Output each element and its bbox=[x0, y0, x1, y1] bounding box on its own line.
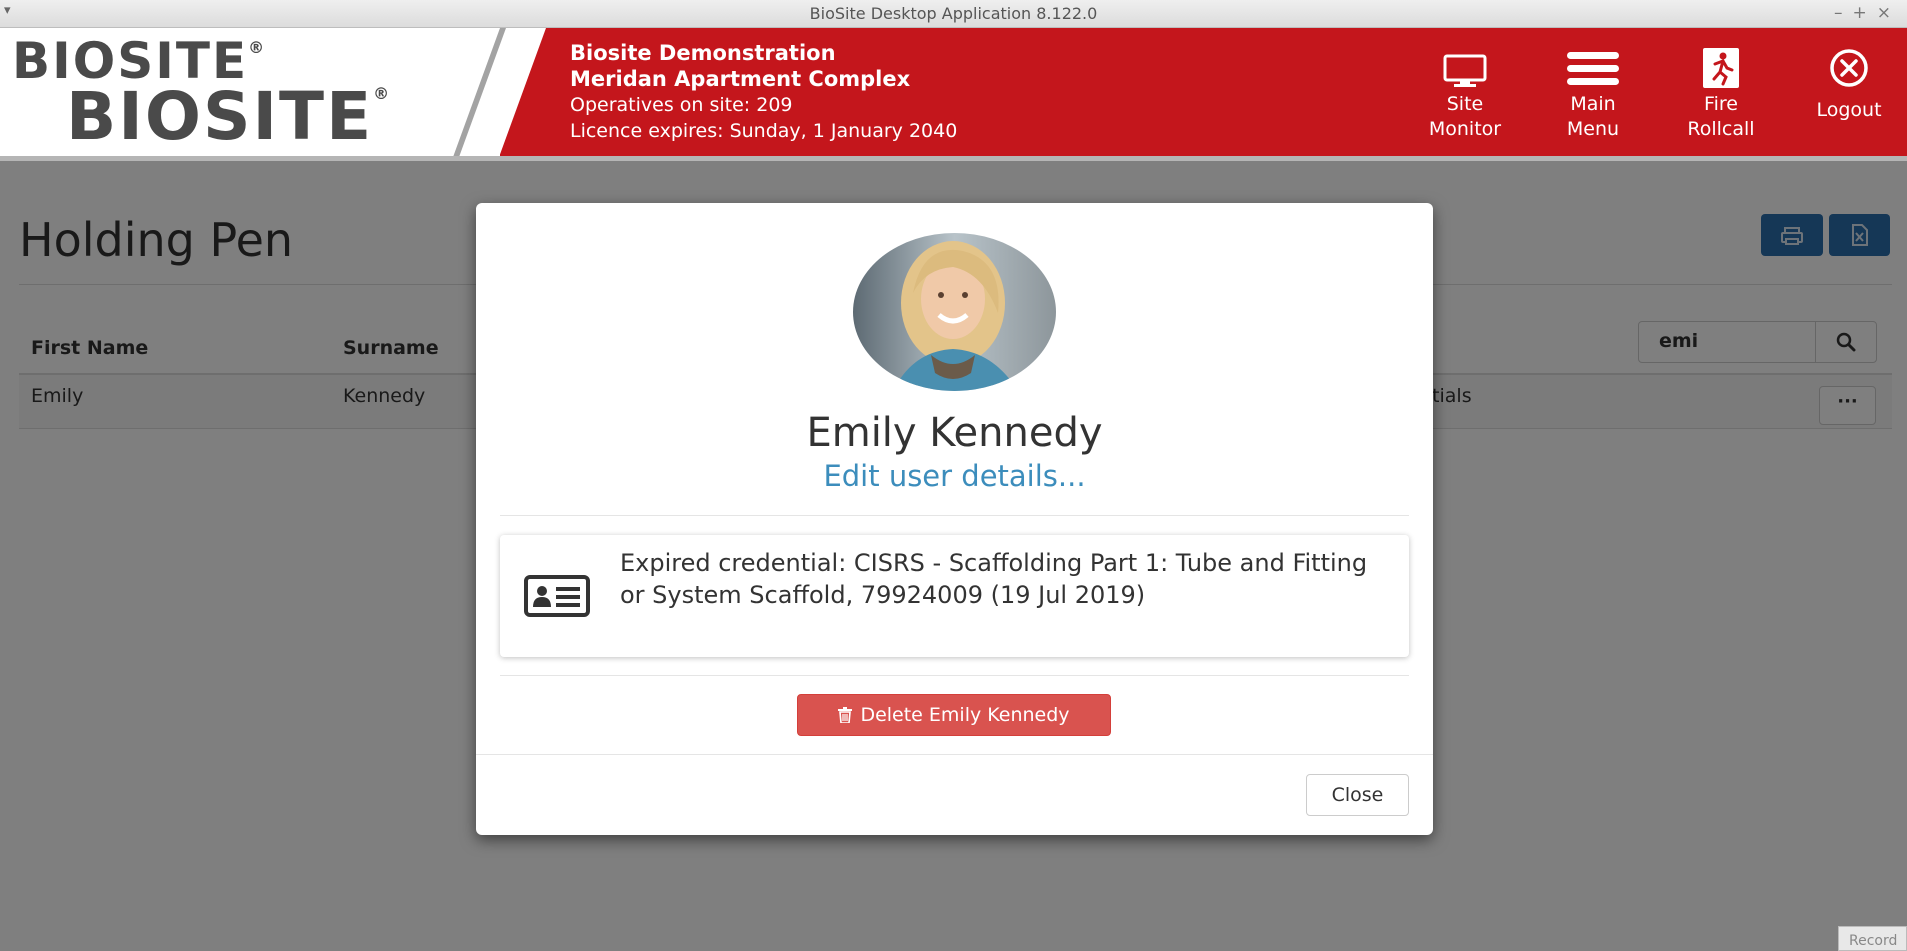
record-tab[interactable]: Record bbox=[1838, 926, 1907, 951]
fire-rollcall-button[interactable]: Fire Rollcall bbox=[1671, 48, 1771, 142]
id-card-icon bbox=[524, 575, 590, 621]
close-window-button[interactable]: × bbox=[1877, 3, 1901, 23]
avatar bbox=[853, 233, 1056, 391]
delete-user-button[interactable]: Delete Emily Kennedy bbox=[797, 694, 1111, 736]
window-controls: –+× bbox=[1834, 3, 1901, 23]
app-header: BIOSITE® BIOSITE® Biosite Demonstration … bbox=[0, 28, 1907, 161]
hamburger-icon bbox=[1543, 48, 1643, 88]
logout-label: Logout bbox=[1816, 99, 1882, 121]
credential-alert-card: Expired credential: CISRS - Scaffolding … bbox=[500, 535, 1409, 657]
monitor-icon bbox=[1415, 48, 1515, 88]
logout-button[interactable]: Logout bbox=[1799, 49, 1899, 123]
modal-divider-top bbox=[500, 515, 1409, 516]
trash-icon bbox=[838, 707, 853, 723]
main-menu-label-2: Menu bbox=[1566, 118, 1620, 140]
main-menu-button[interactable]: Main Menu bbox=[1543, 48, 1643, 142]
window-titlebar: ▾ BioSite Desktop Application 8.122.0 –+… bbox=[0, 0, 1907, 28]
window-title: BioSite Desktop Application 8.122.0 bbox=[809, 4, 1098, 23]
fire-rollcall-label-1: Fire bbox=[1704, 93, 1738, 115]
modal-footer-divider bbox=[476, 754, 1433, 755]
site-name: Meridan Apartment Complex bbox=[570, 67, 911, 91]
company-name: Biosite Demonstration bbox=[570, 41, 836, 65]
site-monitor-label-1: Site bbox=[1446, 93, 1484, 115]
credential-message: Expired credential: CISRS - Scaffolding … bbox=[620, 549, 1368, 609]
edit-user-details-link[interactable]: Edit user details... bbox=[476, 459, 1433, 493]
close-button[interactable]: Close bbox=[1306, 774, 1409, 816]
operatives-count: Operatives on site: 209 bbox=[570, 94, 793, 116]
modal-divider-bottom bbox=[500, 675, 1409, 676]
close-circle-icon bbox=[1799, 49, 1899, 88]
user-details-modal: Emily Kennedy Edit user details... Expir… bbox=[476, 203, 1433, 835]
maximize-button[interactable]: + bbox=[1853, 3, 1877, 23]
site-monitor-button[interactable]: Site Monitor bbox=[1415, 48, 1515, 142]
main-menu-label-1: Main bbox=[1570, 93, 1616, 115]
biosite-logo-large: BIOSITE® bbox=[66, 78, 392, 155]
site-info: Biosite Demonstration Meridan Apartment … bbox=[570, 40, 957, 144]
modal-user-name: Emily Kennedy bbox=[806, 410, 1103, 456]
site-monitor-label-2: Monitor bbox=[1428, 118, 1502, 140]
licence-expiry: Licence expires: Sunday, 1 January 2040 bbox=[570, 120, 958, 142]
fire-rollcall-label-2: Rollcall bbox=[1687, 118, 1755, 140]
minimize-button[interactable]: – bbox=[1834, 3, 1853, 23]
delete-user-label: Delete Emily Kennedy bbox=[860, 704, 1070, 726]
fire-exit-icon bbox=[1671, 48, 1771, 88]
